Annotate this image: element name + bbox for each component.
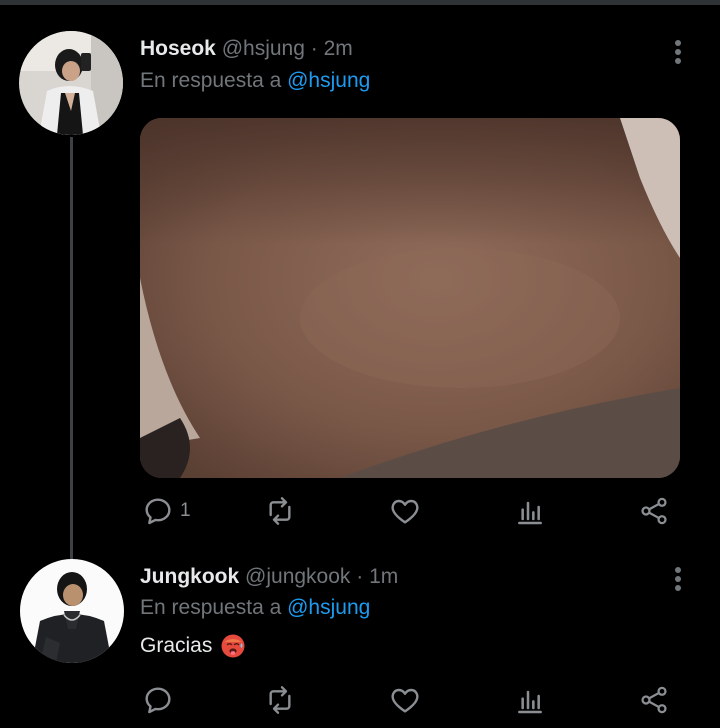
- separator-dot: ·: [356, 565, 364, 588]
- reply-prefix: En respuesta a: [140, 69, 282, 92]
- more-options-button[interactable]: [666, 564, 690, 594]
- dot-icon: [675, 567, 681, 573]
- timestamp[interactable]: 2m: [324, 37, 353, 60]
- dot-icon: [675, 58, 681, 64]
- stats-button[interactable]: [514, 682, 546, 718]
- share-button[interactable]: [638, 493, 670, 529]
- reply-prefix: En respuesta a: [140, 596, 282, 619]
- timestamp[interactable]: 1m: [369, 565, 398, 588]
- reply-button[interactable]: [142, 682, 174, 718]
- tweet-text: Gracias: [140, 633, 246, 659]
- reply-context: En respuesta a @hsjung: [140, 69, 370, 93]
- separator-dot: ·: [310, 37, 318, 60]
- retweet-icon: [269, 686, 291, 714]
- more-options-button[interactable]: [666, 37, 690, 67]
- like-icon: [391, 499, 419, 524]
- tweet-actions: [140, 682, 680, 718]
- dot-icon: [675, 40, 681, 46]
- share-icon: [641, 497, 667, 525]
- dot-icon: [675, 49, 681, 55]
- thread-line: [70, 137, 73, 567]
- reply-context: En respuesta a @hsjung: [140, 596, 370, 620]
- retweet-button[interactable]: [264, 682, 296, 718]
- jungkook-avatar[interactable]: [20, 559, 124, 663]
- user-handle[interactable]: @hsjung: [222, 37, 305, 60]
- reply-button[interactable]: 1: [142, 493, 191, 529]
- tweet-body: Gracias: [140, 634, 213, 657]
- reply-mention-link[interactable]: @hsjung: [287, 596, 370, 619]
- reply-icon: [145, 687, 171, 714]
- hot-face-emoji-icon: [220, 633, 246, 659]
- tweet-media-image[interactable]: [140, 118, 680, 478]
- person-dark-jacket-avatar-icon: [20, 559, 124, 663]
- dot-icon: [675, 576, 681, 582]
- retweet-button[interactable]: [264, 493, 296, 529]
- like-button[interactable]: [389, 493, 421, 529]
- like-button[interactable]: [389, 682, 421, 718]
- stats-button[interactable]: [514, 493, 546, 529]
- top-divider: [0, 0, 720, 5]
- reply-mention-link[interactable]: @hsjung: [287, 69, 370, 92]
- display-name[interactable]: Jungkook: [140, 565, 239, 588]
- stats-icon: [518, 690, 542, 714]
- retweet-icon: [269, 497, 291, 525]
- person-mirror-selfie-avatar-icon: [19, 31, 123, 135]
- reply-icon: [145, 498, 171, 525]
- tweet-header: Jungkook @jungkook · 1m: [140, 565, 398, 589]
- tweet-header: Hoseok @hsjung · 2m: [140, 37, 353, 61]
- reply-count: 1: [180, 500, 191, 521]
- like-icon: [391, 688, 419, 713]
- share-button[interactable]: [638, 682, 670, 718]
- dot-icon: [675, 585, 681, 591]
- photo-neck-closeup-icon: [140, 118, 680, 478]
- share-icon: [641, 686, 667, 714]
- user-handle[interactable]: @jungkook: [245, 565, 350, 588]
- hoseok-avatar[interactable]: [19, 31, 123, 135]
- stats-icon: [518, 501, 542, 525]
- tweet-actions: 1: [140, 493, 680, 529]
- display-name[interactable]: Hoseok: [140, 37, 216, 60]
